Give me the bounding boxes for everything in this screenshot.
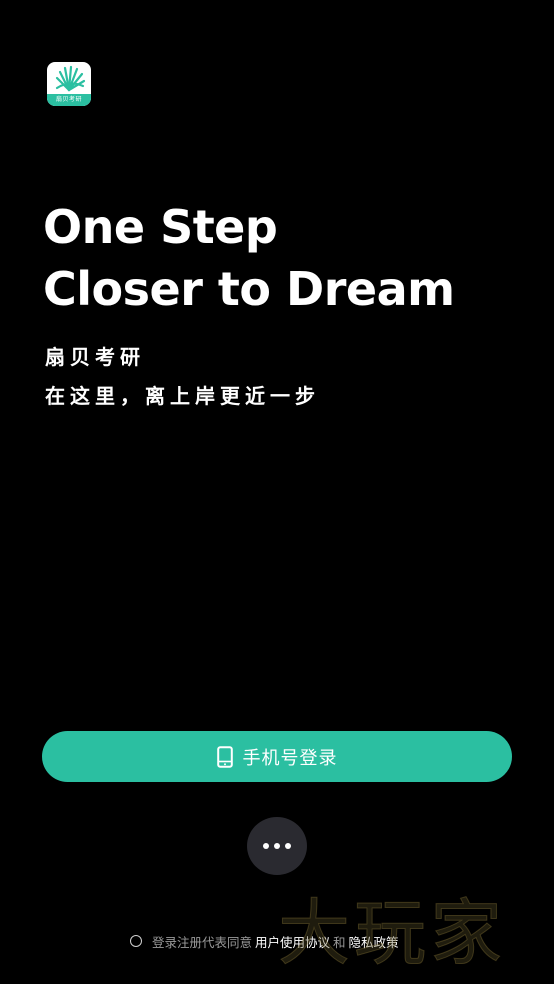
subtitle-brand: 扇贝考研 [45, 345, 145, 369]
agreement-prefix: 登录注册代表同意 [152, 934, 253, 950]
app-logo: 扇贝考研 [47, 62, 91, 106]
subtitle-slogan: 在这里，离上岸更近一步 [45, 384, 320, 408]
app-logo-label: 扇贝考研 [47, 94, 91, 106]
agreement-checkbox[interactable] [130, 935, 142, 947]
phone-login-button[interactable]: 手机号登录 [42, 731, 512, 782]
more-login-options-button[interactable] [247, 817, 307, 875]
user-agreement-link[interactable]: 用户使用协议 [255, 932, 330, 951]
headline: One Step Closer to Dream [43, 196, 455, 320]
phone-login-label: 手机号登录 [242, 747, 338, 769]
agreement-row: 登录注册代表同意 用户使用协议 和 隐私政策 [130, 931, 402, 951]
more-dots-icon [263, 843, 291, 849]
headline-line-1: One Step [43, 200, 278, 254]
fan-rays-icon [55, 65, 86, 92]
mobile-phone-icon [216, 745, 233, 768]
agreement-conjunction: 和 [333, 934, 346, 950]
headline-line-2: Closer to Dream [43, 262, 455, 316]
privacy-policy-link[interactable]: 隐私政策 [349, 932, 399, 951]
